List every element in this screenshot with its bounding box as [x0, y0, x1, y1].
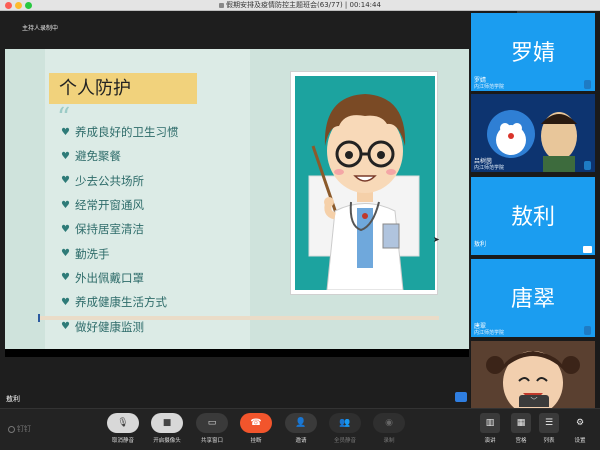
slide-progress-marker: [38, 314, 40, 322]
slide-progress-bar: [39, 316, 439, 320]
grid-view-button[interactable]: ▦ 宫格: [509, 413, 533, 444]
slide-bullet-item: ♥ 保持居室清洁: [61, 217, 179, 241]
mic-muted-icon: [584, 326, 591, 335]
heart-bullet-icon: ♥: [61, 175, 70, 187]
invite-button[interactable]: 👤 邀请: [282, 413, 320, 444]
list-view-icon: ☰: [539, 413, 559, 433]
slide-bullet-text: 勤洗手: [75, 246, 110, 261]
invite-label: 邀请: [295, 438, 307, 444]
screen-share-status-icon: [583, 246, 592, 253]
record-icon: ◉: [373, 413, 405, 433]
hangup-button[interactable]: ☎ 挂断: [237, 413, 275, 444]
unmute-label: 取消静音: [111, 438, 134, 444]
window-title-row: 假期安排及疫情防控主题班会(63/77) | 00:14:44: [0, 1, 600, 10]
slide-bullet-text: 外出佩戴口罩: [75, 270, 144, 285]
mute-all-icon: 👥: [329, 413, 361, 433]
settings-label: 设置: [574, 438, 586, 444]
grid-view-icon: ▦: [511, 413, 531, 433]
doctor-illustration-frame: [290, 71, 438, 295]
heart-bullet-icon: ♥: [61, 150, 70, 162]
camera-off-icon: ■: [151, 413, 183, 433]
participant-tile[interactable]: 唐翠 唐翠 内江师范学院: [471, 259, 595, 337]
slide-bullet-item: ♥ 养成良好的卫生习惯: [61, 120, 179, 144]
participant-tile[interactable]: 吕树茵 内江师范学院: [471, 94, 595, 172]
speaker-view-label: 演讲: [484, 438, 496, 444]
participant-avatar-name: 敖利: [510, 205, 555, 230]
participant-tile[interactable]: 敖利 敖利: [471, 177, 595, 255]
speaker-view-icon: ▥: [480, 413, 500, 433]
slide-bullet-item: ♥ 养成健康生活方式: [61, 290, 179, 314]
slide-bullet-item: ♥ 避免聚餐: [61, 144, 179, 168]
mic-off-icon: 🎙: [107, 413, 139, 433]
heart-bullet-icon: ♥: [61, 199, 70, 211]
slide-bottom-bar: [5, 349, 469, 357]
slide-bullet-text: 少去公共场所: [75, 173, 144, 188]
camera-button[interactable]: ■ 开启摄像头: [148, 413, 186, 444]
slide-title: 个人防护: [49, 73, 197, 104]
list-view-button[interactable]: ☰ 列表: [537, 413, 561, 444]
slide-bullet-list: ♥ 养成良好的卫生习惯 ♥ 避免聚餐 ♥ 少去公共场所 ♥ 经常开窗通风 ♥ 保持居室清洁 ♥ 勤洗手…: [61, 120, 179, 339]
screen-share-icon[interactable]: [455, 392, 467, 402]
slide-bullet-text: 经常开窗通风: [75, 198, 144, 213]
shared-slide: 个人防护 “ ♥ 养成良好的卫生习惯 ♥ 避免聚餐 ♥ 少去公共场所 ♥ 经常开窗通风 ♥ 保持居…: [5, 49, 469, 349]
doctor-illustration: [295, 76, 435, 290]
meeting-toolbar: 钉钉 🎙 取消静音 ■ 开启摄像头 ▭ 共享窗口 ☎ 挂断 👤 邀请 👥 全员静…: [0, 408, 600, 450]
meeting-app: 假期安排及疫情防控主题班会(63/77) | 00:14:44 主持人录制中 个…: [0, 0, 600, 450]
window-title: 假期安排及疫情防控主题班会(63/77) | 00:14:44: [226, 1, 381, 9]
slide-bullet-item: ♥ 经常开窗通风: [61, 193, 179, 217]
heart-bullet-icon: ♥: [61, 223, 70, 235]
brand-name: 钉钉: [17, 425, 31, 433]
share-window-label: 共享窗口: [200, 438, 223, 444]
slide-bullet-text: 养成良好的卫生习惯: [75, 125, 179, 140]
hangup-label: 挂断: [250, 438, 262, 444]
heart-bullet-icon: ♥: [61, 321, 70, 333]
doctor-cartoon-icon: [308, 94, 420, 290]
share-window-icon: ▭: [196, 413, 228, 433]
mic-muted-icon: [584, 161, 591, 170]
unmute-button[interactable]: 🎙 取消静音: [104, 413, 142, 444]
chevron-down-icon[interactable]: ﹀: [519, 395, 549, 407]
participant-avatar-name: 唐翠: [510, 287, 555, 312]
active-speaker-name: 敖利: [6, 395, 20, 403]
mute-all-button[interactable]: 👥 全员静音: [326, 413, 364, 444]
participant-tile[interactable]: 罗婧 罗婧 内江师范学院: [471, 13, 595, 91]
mic-muted-icon: [584, 80, 591, 89]
slide-bullet-text: 做好健康监测: [75, 319, 144, 334]
recording-status: 主持人录制中: [22, 25, 59, 32]
slide-bullet-text: 避免聚餐: [75, 149, 121, 164]
participant-avatar-name: 罗婧: [510, 41, 555, 66]
participant-name: 敖利: [474, 241, 487, 248]
window-titlebar: 假期安排及疫情防控主题班会(63/77) | 00:14:44: [0, 0, 600, 11]
heart-bullet-icon: ♥: [61, 296, 70, 308]
hangup-phone-icon: ☎: [240, 413, 272, 433]
participant-org: 内江师范学院: [474, 330, 505, 336]
mouse-pointer-icon: ➤: [433, 235, 440, 244]
slide-bullet-text: 保持居室清洁: [75, 222, 144, 237]
slide-bullet-item: ♥ 少去公共场所: [61, 169, 179, 193]
meeting-lock-icon: [219, 2, 225, 8]
camera-label: 开启摄像头: [153, 438, 181, 444]
heart-bullet-icon: ♥: [61, 272, 70, 284]
list-view-label: 列表: [543, 438, 555, 444]
dingtalk-logo-icon: [8, 425, 15, 433]
record-label: 录制: [383, 438, 395, 444]
record-button[interactable]: ◉ 录制: [370, 413, 408, 444]
share-window-button[interactable]: ▭ 共享窗口: [193, 413, 231, 444]
participant-org: 内江师范学院: [474, 84, 505, 90]
brand-logo: 钉钉: [8, 424, 31, 434]
grid-view-label: 宫格: [515, 438, 527, 444]
heart-bullet-icon: ♥: [61, 248, 70, 260]
participant-org: 内江师范学院: [474, 165, 505, 171]
slide-bullet-text: 养成健康生活方式: [75, 295, 167, 310]
heart-bullet-icon: ♥: [61, 126, 70, 138]
gear-icon: ⚙: [575, 418, 585, 428]
speaker-view-button[interactable]: ▥ 演讲: [478, 413, 502, 444]
mute-all-label: 全员静音: [333, 438, 356, 444]
slide-bullet-item: ♥ 外出佩戴口罩: [61, 266, 179, 290]
add-person-icon: 👤: [285, 413, 317, 433]
slide-bullet-item: ♥ 勤洗手: [61, 241, 179, 265]
settings-button[interactable]: ⚙ 设置: [568, 413, 592, 444]
